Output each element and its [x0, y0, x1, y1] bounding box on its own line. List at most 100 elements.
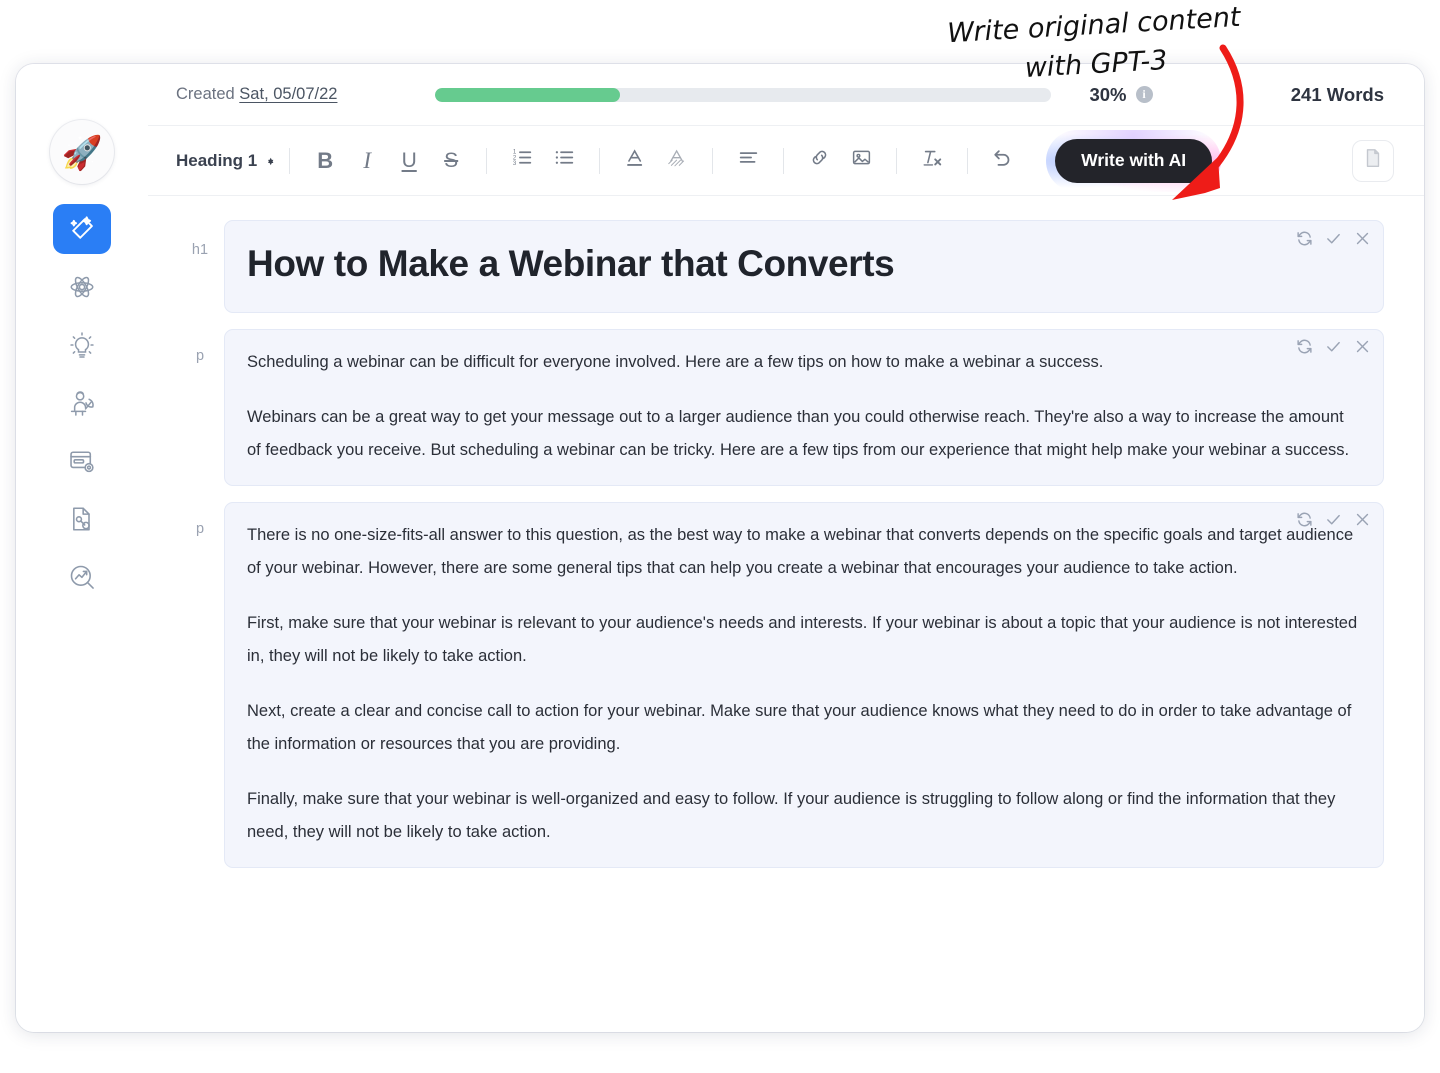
chevron-updown-icon: ▲ ▼: [266, 154, 276, 167]
sidebar-item-document-keywords[interactable]: [53, 494, 111, 544]
block-tag-h1: h1: [191, 242, 209, 258]
progress-percent-group: 30% i: [1089, 84, 1153, 106]
atom-icon: [68, 273, 96, 301]
clear-format-button[interactable]: [914, 143, 950, 179]
block-actions: [1295, 229, 1371, 247]
document-meta-bar: Created Sat, 05/07/22 30% i 241 Words: [148, 64, 1424, 126]
block-tag-p: p: [195, 520, 205, 537]
sidebar-item-ai-atom[interactable]: [53, 262, 111, 312]
document-key-icon: [68, 505, 96, 533]
sidebar-item-magic-write[interactable]: [53, 204, 111, 254]
accept-icon[interactable]: [1324, 229, 1342, 247]
toolbar-divider: [967, 147, 969, 174]
rocket-icon: 🚀: [61, 133, 103, 171]
paragraph-style-value: Heading 1: [176, 150, 258, 170]
info-icon[interactable]: i: [1135, 86, 1153, 103]
toolbar-divider: [599, 147, 601, 174]
toolbar-divider: [486, 147, 488, 174]
write-with-ai-glow: Write with AI: [1046, 130, 1221, 192]
word-count-label: 241 Words: [1290, 83, 1384, 105]
strikethrough-icon: S: [444, 148, 459, 172]
accept-icon[interactable]: [1324, 511, 1342, 529]
paragraph-text[interactable]: Finally, make sure that your webinar is …: [247, 783, 1361, 849]
editor-block-row: h1 How to Make a Webinar that Converts: [176, 220, 1384, 313]
italic-icon: I: [363, 147, 371, 173]
toolbar-divider: [783, 147, 785, 174]
sidebar-item-writer[interactable]: [53, 378, 111, 428]
created-text: Created: [176, 85, 235, 103]
bullet-list-icon: [554, 147, 575, 174]
write-with-ai-button[interactable]: Write with AI: [1055, 138, 1213, 183]
strikethrough-button[interactable]: S: [433, 143, 469, 179]
magic-pen-icon: [68, 215, 96, 243]
toolbar-divider: [289, 147, 291, 174]
lightbulb-icon: [68, 331, 96, 359]
paragraph-text[interactable]: Next, create a clear and concise call to…: [247, 695, 1361, 761]
seo-progress-fill: [435, 87, 621, 102]
created-label: Created Sat, 05/07/22: [176, 85, 337, 104]
export-document-button[interactable]: [1352, 139, 1394, 182]
bold-icon: B: [317, 147, 334, 173]
heading-block[interactable]: How to Make a Webinar that Converts: [224, 220, 1384, 313]
toolbar-divider: [896, 147, 898, 174]
document-editor[interactable]: h1 How to Make a Webinar that Converts p…: [148, 196, 1424, 1032]
undo-button[interactable]: [985, 143, 1021, 179]
text-color-button[interactable]: [617, 143, 653, 179]
dismiss-icon[interactable]: [1353, 511, 1371, 529]
underline-button[interactable]: U: [391, 143, 427, 179]
toolbar-divider: [712, 147, 714, 174]
sidebar-item-ideas[interactable]: [53, 320, 111, 370]
regenerate-icon[interactable]: [1295, 511, 1313, 529]
highlight-color-icon: [667, 147, 688, 174]
block-tag-p: p: [195, 347, 205, 364]
paragraph-block[interactable]: Scheduling a webinar can be difficult fo…: [224, 328, 1384, 486]
align-left-button[interactable]: [730, 143, 766, 179]
sidebar-items: [53, 204, 111, 610]
document-export-icon: [1362, 147, 1384, 174]
italic-button[interactable]: I: [349, 143, 385, 179]
paragraph-block[interactable]: There is no one-size-fits-all answer to …: [224, 501, 1384, 868]
block-actions: [1295, 338, 1371, 356]
link-button[interactable]: [801, 143, 837, 179]
dismiss-icon[interactable]: [1353, 229, 1371, 247]
screenshot-root: 🚀 Created Sat, 05/07/22 30% i 241 Words …: [0, 0, 1440, 1073]
undo-icon: [992, 147, 1014, 175]
paragraph-text[interactable]: Scheduling a webinar can be difficult fo…: [247, 346, 1361, 379]
editor-block-row: p: [176, 501, 1384, 868]
app-window: 🚀 Created Sat, 05/07/22 30% i 241 Words …: [16, 64, 1424, 1032]
accept-icon[interactable]: [1324, 338, 1342, 356]
paragraph-style-select[interactable]: Heading 1 ▲ ▼: [176, 151, 275, 171]
paragraph-text[interactable]: First, make sure that your webinar is re…: [247, 607, 1361, 673]
app-logo-rocket[interactable]: 🚀: [50, 120, 114, 184]
block-actions: [1295, 511, 1371, 529]
bold-button[interactable]: B: [307, 143, 343, 179]
paragraph-text[interactable]: Webinars can be a great way to get your …: [247, 401, 1361, 467]
main-panel: Created Sat, 05/07/22 30% i 241 Words He…: [148, 64, 1424, 1032]
ordered-list-icon: 1 2 3: [512, 147, 533, 174]
regenerate-icon[interactable]: [1295, 338, 1313, 356]
link-icon: [809, 147, 830, 174]
seo-progress-bar[interactable]: [435, 87, 1052, 102]
paragraph-text[interactable]: There is no one-size-fits-all answer to …: [247, 519, 1361, 585]
ordered-list-button[interactable]: 1 2 3: [504, 143, 540, 179]
sidebar-item-analytics[interactable]: [53, 552, 111, 602]
regenerate-icon[interactable]: [1295, 229, 1313, 247]
created-date[interactable]: Sat, 05/07/22: [239, 85, 337, 103]
editor-block-row: p: [176, 328, 1384, 486]
document-title[interactable]: How to Make a Webinar that Converts: [247, 237, 1361, 294]
underline-icon: U: [401, 148, 417, 172]
chart-search-icon: [68, 563, 96, 591]
text-color-icon: [625, 147, 646, 174]
editor-toolbar: Heading 1 ▲ ▼ B I U S 1 2 3 Write with A…: [148, 126, 1424, 196]
dismiss-icon[interactable]: [1353, 338, 1371, 356]
align-left-icon: [738, 147, 759, 174]
image-button[interactable]: [843, 143, 879, 179]
bullet-list-button[interactable]: [546, 143, 582, 179]
svg-text:3: 3: [513, 160, 517, 167]
clear-format-icon: [921, 147, 943, 175]
highlight-color-button[interactable]: [659, 143, 695, 179]
left-sidebar: 🚀: [16, 64, 148, 1032]
image-icon: [851, 147, 872, 174]
writer-person-icon: [68, 389, 97, 418]
sidebar-item-templates[interactable]: [53, 436, 111, 486]
